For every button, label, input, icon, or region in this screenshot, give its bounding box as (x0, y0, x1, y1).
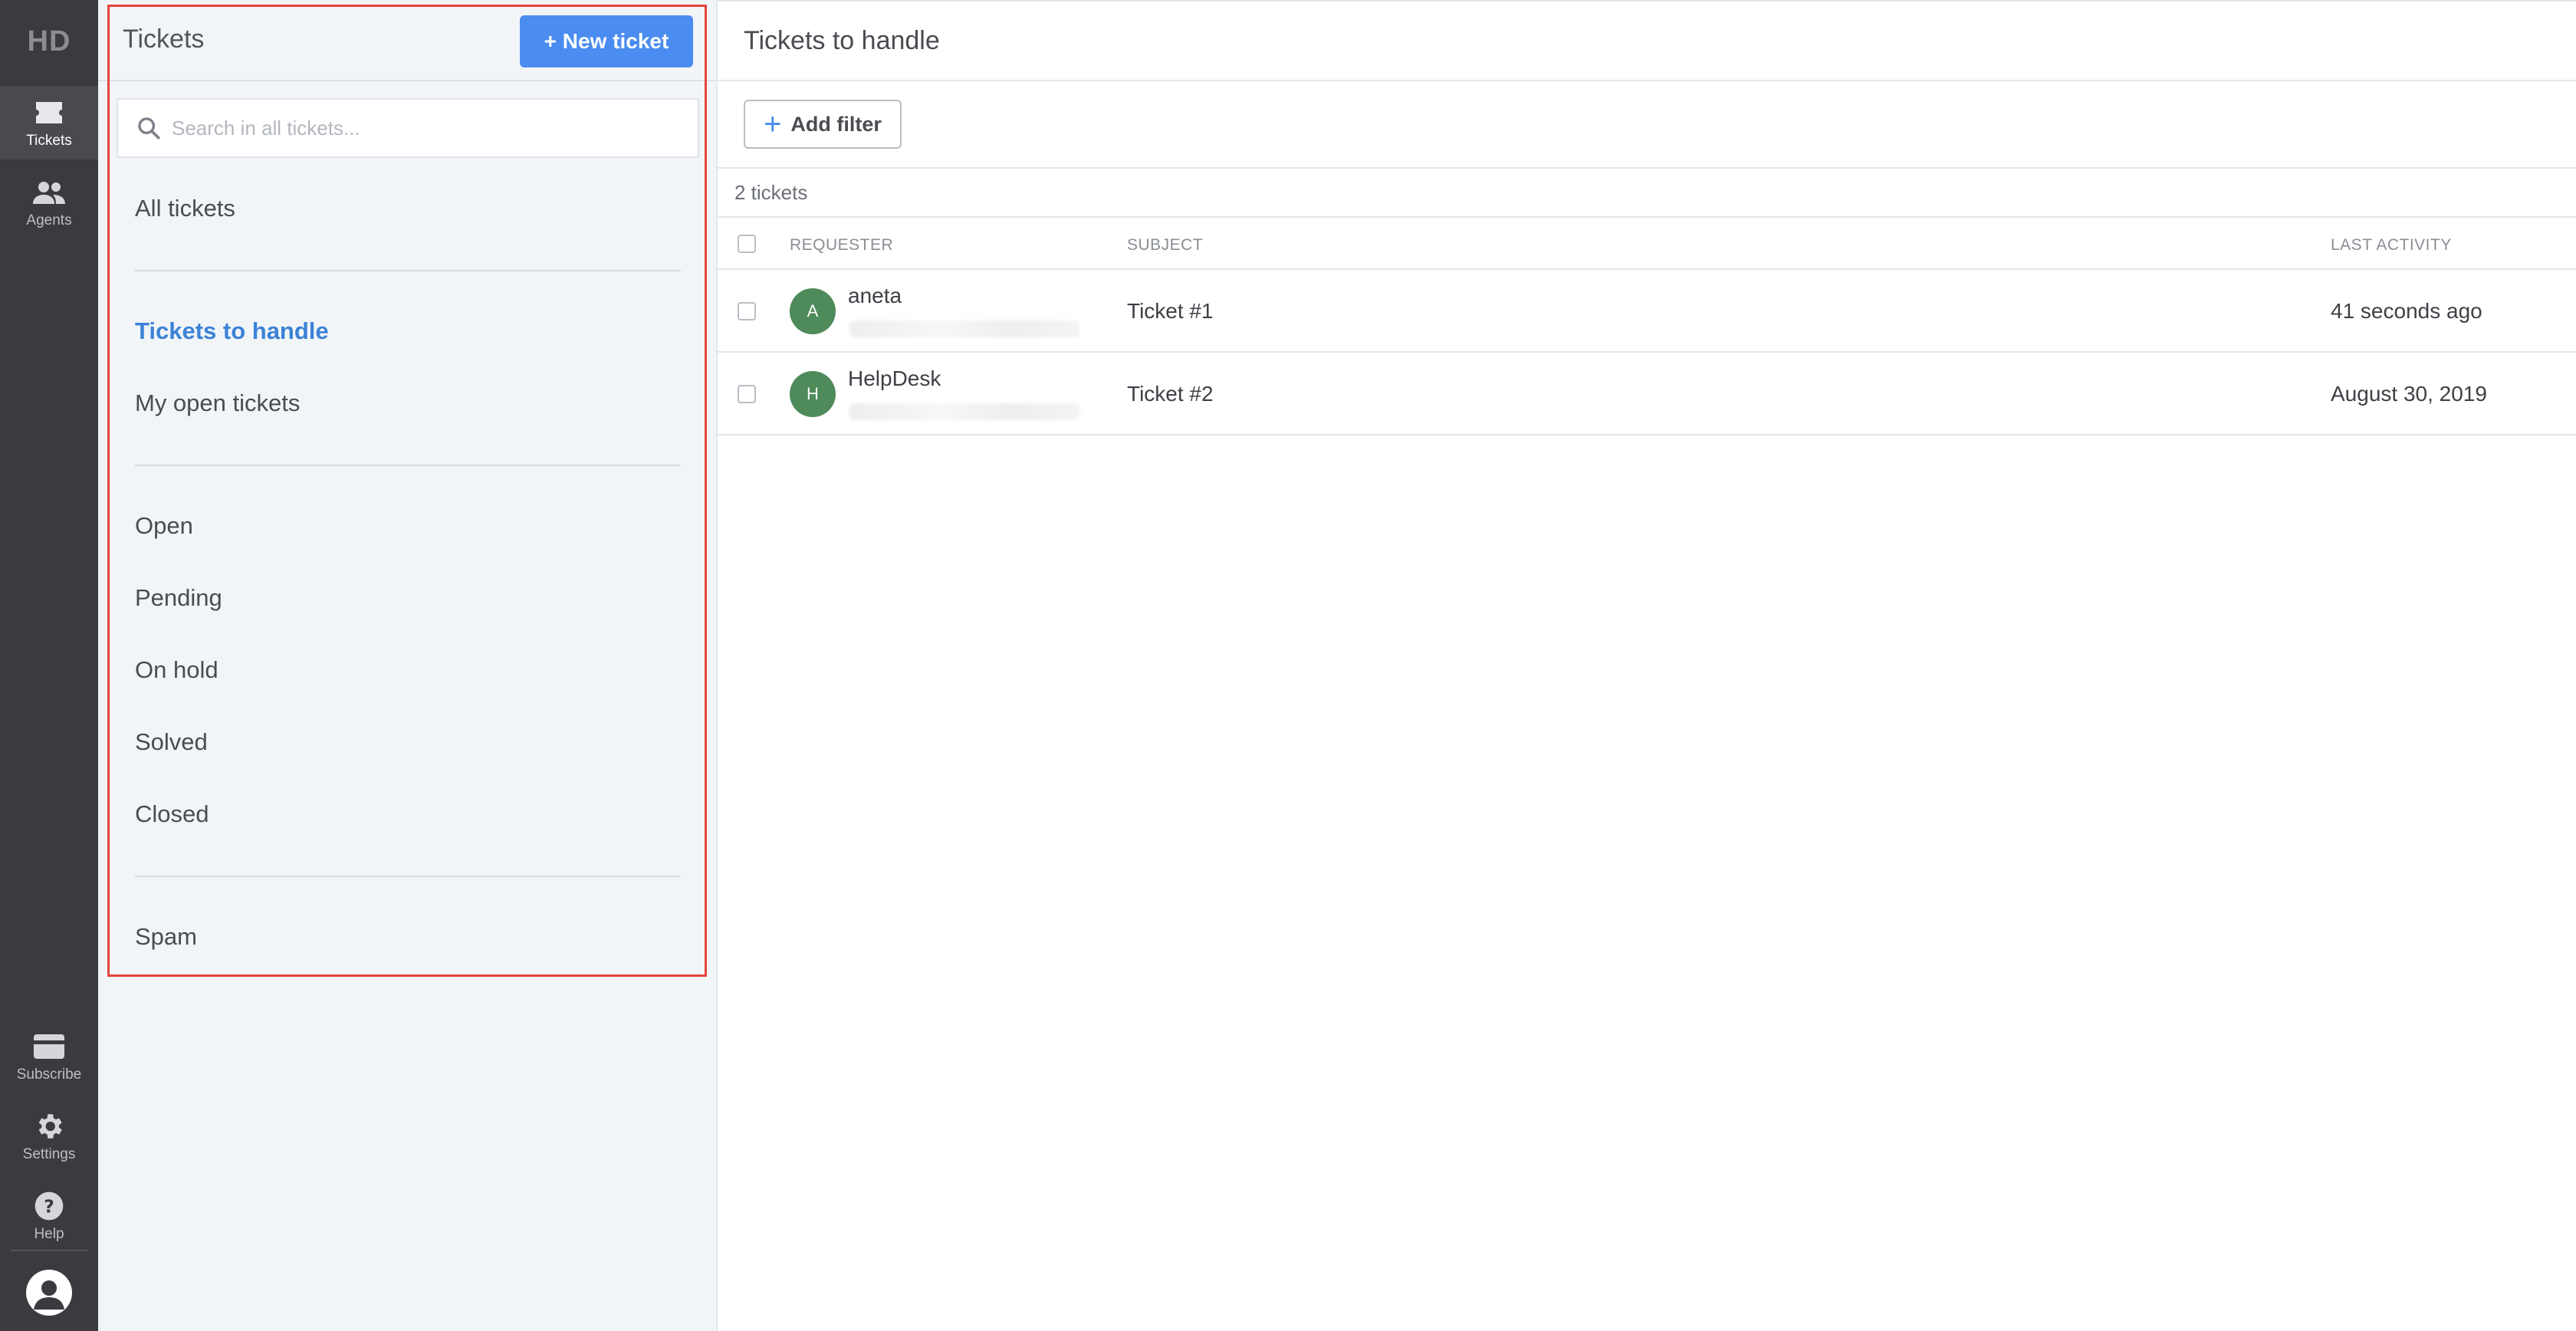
row-checkbox[interactable] (738, 302, 756, 320)
add-filter-button[interactable]: + Add filter (744, 100, 902, 149)
folder-on-hold[interactable]: On hold (135, 656, 219, 684)
requester-name: HelpDesk (848, 366, 941, 390)
folder-divider (135, 876, 681, 877)
panel-title: Tickets (123, 25, 205, 54)
folder-all-tickets[interactable]: All tickets (135, 195, 235, 222)
new-ticket-button[interactable]: + New ticket (520, 15, 693, 67)
folder-open[interactable]: Open (135, 512, 193, 540)
folder-closed[interactable]: Closed (135, 800, 209, 828)
rail-item-label: Subscribe (16, 1066, 82, 1083)
search-icon (133, 113, 164, 143)
rail-divider (11, 1250, 87, 1251)
rail-item-label: Help (34, 1226, 64, 1242)
panel-header: Tickets + New ticket (98, 0, 716, 81)
avatar: H (790, 371, 836, 417)
gear-icon (32, 1109, 66, 1143)
filter-bar: + Add filter (718, 81, 2576, 169)
help-icon: ? (32, 1189, 66, 1223)
requester-email-redacted (849, 320, 1079, 337)
app-rail: HD Tickets Agents Subscribe Settings ? H… (0, 0, 98, 1331)
app-logo[interactable]: HD (0, 0, 98, 83)
requester-email-redacted (849, 403, 1079, 420)
last-activity: August 30, 2019 (2331, 382, 2487, 406)
row-checkbox[interactable] (738, 385, 756, 403)
folder-spam[interactable]: Spam (135, 923, 197, 951)
folder-pending[interactable]: Pending (135, 584, 222, 612)
rail-item-label: Agents (26, 212, 72, 228)
plus-icon: + (764, 107, 782, 141)
user-avatar-icon[interactable] (26, 1270, 72, 1316)
rail-item-settings[interactable]: Settings (0, 1099, 98, 1173)
ticket-subject[interactable]: Ticket #1 (1127, 299, 1214, 324)
view-header: Tickets to handle (718, 0, 2576, 81)
ticket-subject[interactable]: Ticket #2 (1127, 382, 1214, 406)
avatar: A (790, 288, 836, 334)
rail-item-agents[interactable]: Agents (0, 166, 98, 239)
rail-item-label: Tickets (26, 133, 72, 149)
rail-item-tickets[interactable]: Tickets (0, 86, 98, 159)
select-all-checkbox[interactable] (738, 235, 756, 253)
folder-divider (135, 270, 681, 271)
table-row[interactable]: H HelpDesk Ticket #2 August 30, 2019 (718, 353, 2576, 435)
rail-item-subscribe[interactable]: Subscribe (0, 1020, 98, 1093)
add-filter-label: Add filter (790, 112, 882, 136)
table-header: REQUESTER SUBJECT LAST ACTIVITY (718, 216, 2576, 270)
subscribe-icon (32, 1030, 66, 1063)
column-requester[interactable]: REQUESTER (790, 236, 893, 255)
ticket-icon (32, 96, 66, 130)
column-subject[interactable]: SUBJECT (1127, 236, 1203, 255)
folder-tickets-to-handle[interactable]: Tickets to handle (135, 317, 329, 345)
ticket-count: 2 tickets (734, 181, 808, 204)
svg-text:?: ? (44, 1195, 54, 1217)
folder-solved[interactable]: Solved (135, 728, 208, 756)
table-row[interactable]: A aneta Ticket #1 41 seconds ago (718, 270, 2576, 353)
search-input[interactable] (172, 116, 662, 140)
last-activity: 41 seconds ago (2331, 299, 2482, 323)
folder-my-open-tickets[interactable]: My open tickets (135, 389, 300, 417)
page-title: Tickets to handle (744, 26, 940, 55)
agents-icon (32, 176, 66, 209)
ticket-folders-panel: Tickets + New ticket All tickets Tickets… (98, 0, 718, 1331)
search-box (117, 98, 699, 158)
rail-item-help[interactable]: ? Help (0, 1179, 98, 1253)
folder-divider (135, 465, 681, 466)
ticket-list-view: Tickets to handle + Add filter 2 tickets… (718, 0, 2576, 1331)
rail-item-label: Settings (22, 1146, 76, 1162)
column-last-activity[interactable]: LAST ACTIVITY (2331, 236, 2452, 255)
requester-name: aneta (848, 284, 902, 307)
